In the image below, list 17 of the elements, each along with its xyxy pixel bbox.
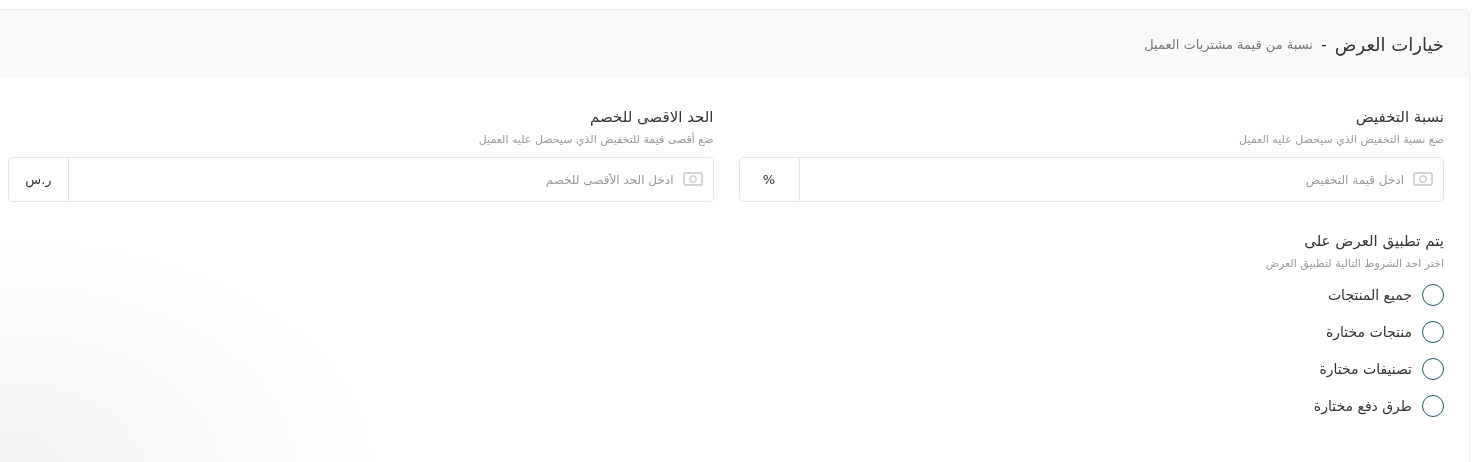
group-label: يتم تطبيق العرض على (1303, 231, 1444, 252)
separator-dash: - (1320, 34, 1327, 54)
option-label[interactable]: منتجات مختارة (1326, 324, 1412, 340)
input-field[interactable]: ادخل قيمة التخفيض (799, 157, 1444, 202)
option-label[interactable]: تصنيفات مختارة (1319, 361, 1412, 377)
unit-addon: % (738, 157, 800, 202)
field-label: نسبة التخفيض (1354, 107, 1444, 128)
section-title: خيارات العرض (1334, 33, 1444, 55)
section-subtitle: نسبة من قيمة مشتريات العميل (1144, 36, 1313, 52)
input-field[interactable]: ادخل الحد الأقصى للخصم (69, 157, 714, 202)
group-hint: اختر احد الشروط التالية لتطبيق العرض (1264, 256, 1444, 272)
option-label[interactable]: طرق دفع مختارة (1313, 398, 1412, 414)
unit-addon: ر.س (8, 157, 69, 202)
field-hint: ضع نسبة التخفيض الذي سيحصل عليه العميل (1238, 132, 1444, 148)
field-label: الحد الاقصى للخصم (589, 107, 714, 128)
option-label[interactable]: جميع المنتجات (1327, 287, 1412, 303)
field-hint: ضع أقصى قيمة للتخفيض الذي سيحصل عليه العميل (477, 131, 714, 148)
